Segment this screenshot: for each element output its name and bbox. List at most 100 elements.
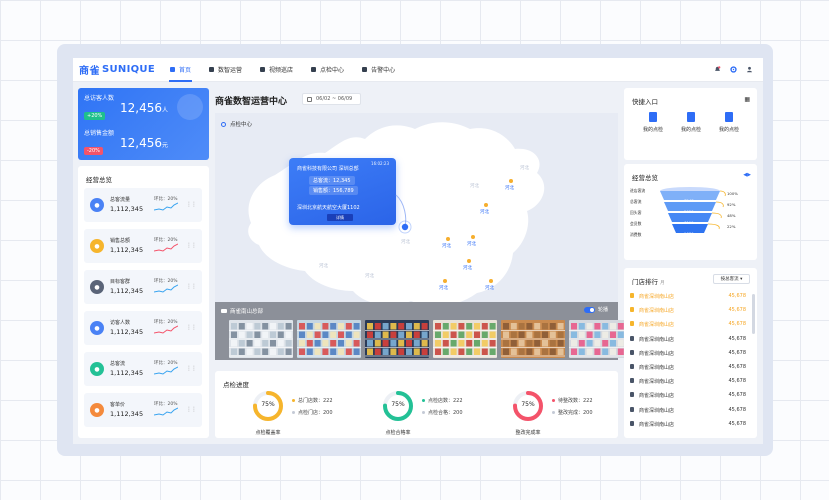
shelf-image	[297, 320, 361, 358]
ranking-row[interactable]: 商雀深圳南山店45,678	[630, 318, 746, 331]
ranking-row[interactable]: 商雀深圳南山店45,678	[630, 304, 746, 317]
progress-gauge: 75%点检店数：222点检合格：200点检合格率	[381, 389, 481, 435]
drag-handle-icon[interactable]: ⋮⋮	[186, 406, 196, 413]
drag-handle-icon[interactable]: ⋮⋮	[186, 201, 196, 208]
nav-label: 首页	[179, 65, 191, 74]
ranking-subtitle: 月	[660, 281, 665, 286]
quick-item[interactable]: 我的点检	[676, 112, 706, 133]
funnel-level-label: 总客流	[630, 199, 641, 205]
nav-video-patrol[interactable]: 视频巡店	[251, 58, 302, 82]
stat-line: 点检门店：200	[292, 407, 333, 419]
nav-home[interactable]: 首页	[161, 58, 200, 82]
progress-percent: 75%	[251, 401, 285, 408]
grid-menu-icon[interactable]: ▦	[744, 96, 750, 103]
progress-percent: 75%	[511, 401, 545, 408]
sparkline	[154, 202, 178, 212]
drag-handle-icon[interactable]: ⋮⋮	[186, 324, 196, 331]
quick-item[interactable]: 我的点检	[638, 112, 668, 133]
nav-operations[interactable]: 数智运营	[200, 58, 251, 82]
store-ranking-panel: 门店排行 月 按总客流 ▾ 商雀深圳南山店45,678商雀深圳南山店45,678…	[624, 268, 757, 438]
nav-alerts[interactable]: 告警中心	[353, 58, 404, 82]
store-photo[interactable]	[433, 320, 497, 358]
business-card[interactable]: ●总客流量1,112,345环比：20%⋮⋮	[84, 188, 202, 222]
store-icon	[630, 407, 634, 412]
drag-handle-icon[interactable]: ⋮⋮	[186, 242, 196, 249]
store-pin-icon[interactable]	[509, 179, 513, 183]
kpi-value-sales: 12,456元	[120, 136, 168, 150]
sparkline	[154, 325, 178, 335]
ranking-store-value: 45,678	[729, 293, 747, 299]
date-range-text: 06/02 ~ 06/09	[316, 96, 352, 102]
drag-handle-icon[interactable]: ⋮⋮	[186, 365, 196, 372]
quick-item[interactable]: 我的点检	[714, 112, 744, 133]
city-label: 河北	[467, 241, 476, 247]
toggle-switch[interactable]	[584, 307, 595, 313]
city-label: 河北	[319, 263, 328, 269]
progress-stats: 总门店数：222点检门店：200	[292, 395, 333, 419]
store-photo[interactable]	[365, 320, 429, 358]
map-legend[interactable]: 点检中心	[221, 120, 252, 128]
progress-label: 点检覆盖率	[251, 429, 285, 436]
business-card[interactable]: ●总客流1,112,345环比：20%⋮⋮	[84, 352, 202, 386]
drag-handle-icon[interactable]: ⋮⋮	[186, 283, 196, 290]
ranking-row[interactable]: 商雀深圳南山店45,678	[630, 347, 746, 360]
quick-item-label: 我的点检	[681, 127, 701, 133]
shelf-image	[229, 320, 293, 358]
ranking-row[interactable]: 商雀深圳南山店45,678	[630, 404, 746, 417]
city-label: 河北	[480, 209, 489, 215]
carousel-toggle[interactable]: 轮播	[584, 306, 608, 313]
store-pin-icon[interactable]	[443, 279, 447, 283]
kpi-badge: -20%	[84, 147, 103, 155]
ranking-sort-select[interactable]: 按总客流 ▾	[713, 274, 750, 284]
ranking-row[interactable]: 商雀深圳南山店45,678	[630, 375, 746, 388]
store-photo[interactable]	[297, 320, 361, 358]
business-card[interactable]: ●客单价1,112,345环比：20%⋮⋮	[84, 393, 202, 427]
business-card[interactable]: ●销售总额1,112,345环比：20%⋮⋮	[84, 229, 202, 263]
business-value: 1,112,345	[110, 287, 143, 295]
quick-item-label: 我的点检	[643, 127, 663, 133]
page-title: 商雀数智运营中心	[215, 94, 287, 107]
ranking-row[interactable]: 商雀深圳南山店45,678	[630, 290, 746, 303]
ranking-row[interactable]: 商雀深圳南山店 45,678	[630, 418, 746, 431]
notification-icon[interactable]	[714, 66, 721, 73]
store-photo[interactable]	[229, 320, 293, 358]
business-card[interactable]: ●访客人数1,112,345环比：20%⋮⋮	[84, 311, 202, 345]
stat-text: 整改完成：200	[558, 410, 593, 416]
chevron-down-icon: ▾	[740, 277, 742, 282]
ranking-store-value: 45,678	[729, 421, 747, 427]
kpi-unit: 人	[162, 107, 168, 114]
store-photo[interactable]	[501, 320, 565, 358]
store-pin-icon[interactable]	[471, 235, 475, 239]
bullet-icon	[422, 399, 425, 402]
city-label: 河北	[401, 239, 410, 245]
ranking-row[interactable]: 商雀深圳南山店45,678	[630, 389, 746, 402]
user-icon[interactable]	[746, 66, 753, 73]
legend-label: 点检中心	[230, 120, 252, 128]
store-pin-icon[interactable]	[467, 259, 471, 263]
ranking-row[interactable]: 商雀深圳南山店45,678	[630, 333, 746, 346]
store-pin-icon[interactable]	[484, 203, 488, 207]
logo[interactable]: 商雀 SUNIQUE	[79, 62, 161, 77]
settings-icon[interactable]	[730, 66, 737, 73]
scrollbar[interactable]	[752, 294, 755, 334]
main-nav: 首页 数智运营 视频巡店 点检中心 告警中心	[161, 58, 404, 82]
tooltip-detail-button[interactable]: 详情	[327, 214, 353, 221]
stat-text: 点检店数：222	[428, 398, 463, 404]
nav-inspection[interactable]: 点检中心	[302, 58, 353, 82]
store-pin-icon[interactable]	[489, 279, 493, 283]
date-range-picker[interactable]: 06/02 ~ 06/09	[302, 93, 361, 105]
business-name: 总客流量	[110, 196, 130, 203]
flow-icon: ●	[90, 362, 104, 376]
home-icon	[170, 67, 175, 72]
business-name: 销售总额	[110, 237, 130, 244]
ranking-row[interactable]: 商雀深圳南山店45,678	[630, 361, 746, 374]
shelf-image	[501, 320, 565, 358]
business-card[interactable]: ●目标客群1,112,345环比：20%⋮⋮	[84, 270, 202, 304]
store-icon	[630, 350, 634, 355]
ranking-store-name: 商雀深圳南山店	[639, 421, 674, 428]
sparkline	[154, 284, 178, 294]
store-pin-icon[interactable]	[446, 237, 450, 241]
business-value: 1,112,345	[110, 328, 143, 336]
progress-stats: 点检店数：222点检合格：200	[422, 395, 463, 419]
visitor-icon: ●	[90, 321, 104, 335]
